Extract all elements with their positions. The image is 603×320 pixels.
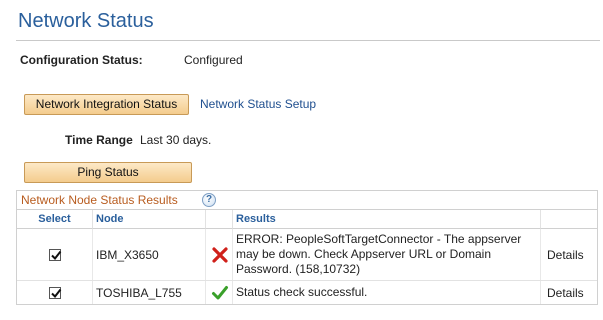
network-status-setup-link[interactable]: Network Status Setup [200, 97, 316, 111]
details-link[interactable]: Details [547, 286, 584, 300]
checkmark-icon [50, 288, 61, 298]
column-header-details [540, 210, 597, 229]
help-icon[interactable]: ? [202, 193, 216, 207]
details-cell: Details [540, 281, 597, 304]
select-cell [17, 281, 92, 304]
result-message: ERROR: PeopleSoftTargetConnector - The a… [236, 232, 522, 276]
node-name: IBM_X3650 [96, 247, 159, 262]
column-header-select: Select [17, 210, 92, 229]
success-check-icon [212, 285, 228, 299]
network-integration-status-button[interactable]: Network Integration Status [24, 94, 189, 115]
title-divider [16, 40, 600, 41]
select-checkbox[interactable] [48, 248, 61, 261]
page-title: Network Status [18, 10, 154, 32]
ping-status-button[interactable]: Ping Status [24, 162, 192, 183]
grid-title: Network Node Status Results [21, 193, 178, 207]
time-range-label: Time Range [65, 133, 133, 147]
configuration-status-value: Configured [184, 53, 243, 67]
results-cell: ERROR: PeopleSoftTargetConnector - The a… [232, 229, 540, 280]
configuration-status-label: Configuration Status: [20, 53, 143, 67]
checkmark-icon [50, 250, 61, 260]
grid-header: Network Node Status Results ? [17, 191, 597, 210]
results-cell: Status check successful. [232, 281, 540, 304]
table-row: TOSHIBA_L755 Status check successful. De… [17, 281, 597, 304]
network-node-status-grid: Network Node Status Results ? Select Nod… [16, 190, 598, 305]
details-cell: Details [540, 229, 597, 280]
status-icon-cell [205, 229, 232, 280]
select-checkbox[interactable] [48, 286, 61, 299]
details-link[interactable]: Details [547, 248, 584, 262]
select-cell [17, 229, 92, 280]
table-row: IBM_X3650 ERROR: PeopleSoftTargetConnect… [17, 229, 597, 281]
status-icon-cell [205, 281, 232, 304]
error-x-icon [212, 246, 228, 263]
column-header-status-icon [205, 210, 232, 229]
node-cell: TOSHIBA_L755 [92, 281, 205, 304]
time-range-value: Last 30 days. [140, 133, 212, 147]
result-message: Status check successful. [236, 285, 368, 299]
node-cell: IBM_X3650 [92, 229, 205, 280]
node-name: TOSHIBA_L755 [96, 285, 182, 300]
column-header-results: Results [232, 210, 540, 229]
column-header-node: Node [92, 210, 205, 229]
